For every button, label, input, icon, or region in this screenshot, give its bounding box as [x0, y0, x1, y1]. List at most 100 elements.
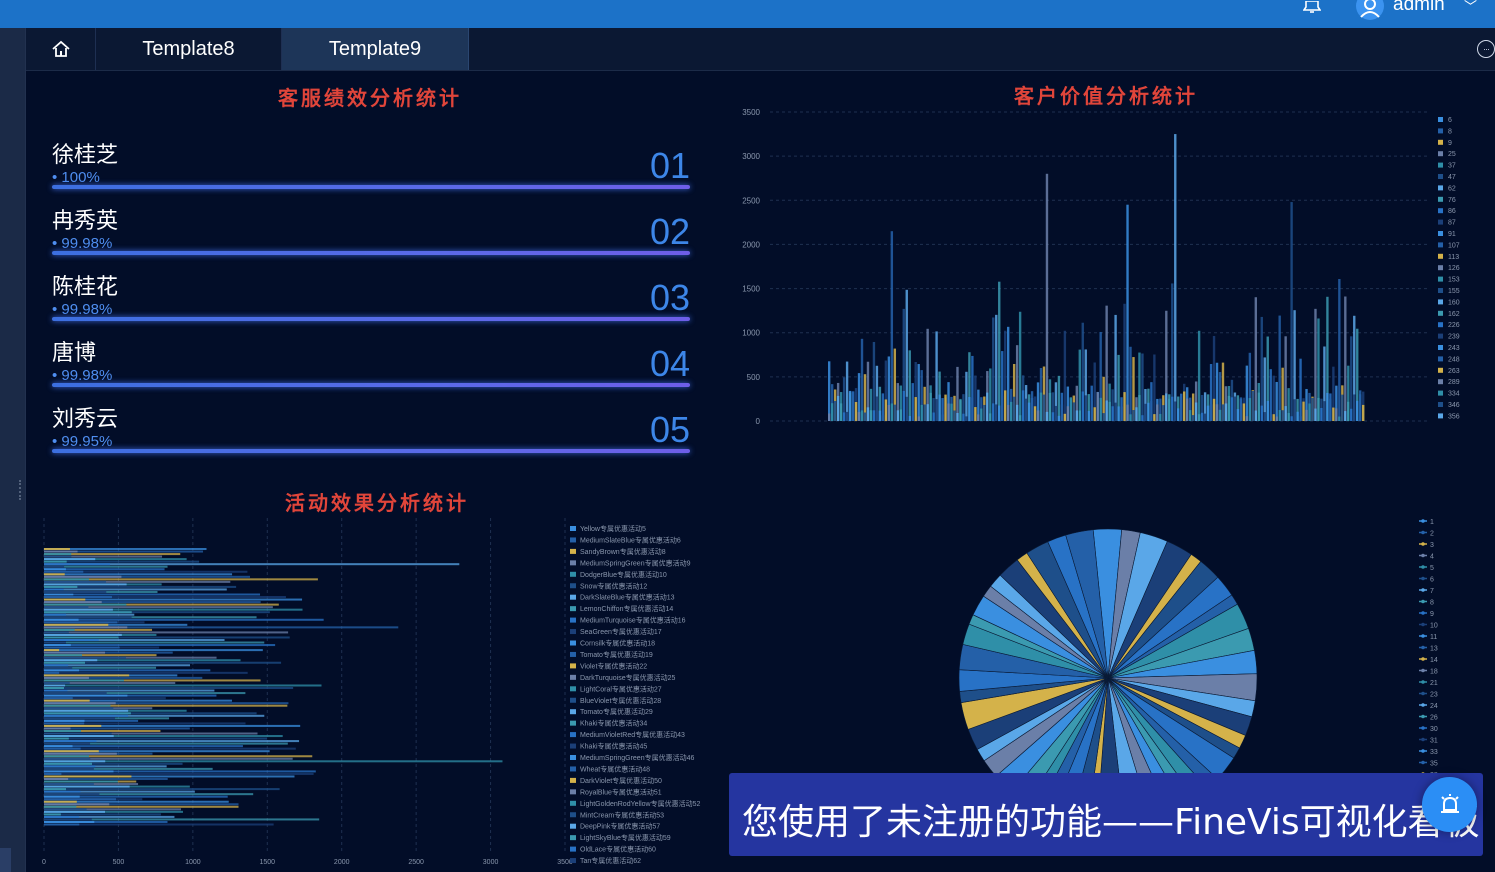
bar: [44, 747, 81, 750]
bar: [44, 563, 111, 566]
rank-bar: [52, 251, 690, 255]
legend-swatch: [1438, 356, 1443, 362]
tab-template8[interactable]: Template8: [96, 28, 282, 70]
bar: [44, 793, 100, 796]
alarm-icon[interactable]: [1422, 777, 1477, 832]
bar: [1224, 403, 1228, 421]
legend-swatch: [1438, 117, 1443, 122]
bar: [1186, 398, 1189, 421]
bar: [44, 704, 111, 707]
legend-swatch: [1438, 253, 1443, 259]
bar: [44, 626, 128, 629]
bar: [44, 671, 60, 674]
bar: [44, 694, 128, 697]
bar: [44, 820, 95, 823]
bar: [1159, 413, 1162, 421]
legend-label: 35: [1430, 761, 1438, 768]
legend-swatch: [1438, 174, 1443, 179]
bar: [1338, 416, 1341, 421]
legend-label: 162: [1448, 311, 1460, 318]
user-icon[interactable]: [1356, 0, 1384, 20]
y-tick-label: 3000: [742, 152, 760, 161]
legend-label: 9: [1430, 611, 1434, 618]
user-name[interactable]: admin: [1393, 0, 1445, 16]
bar: [1030, 391, 1034, 421]
resize-handle[interactable]: [19, 480, 22, 500]
bar: [1162, 405, 1165, 421]
bar: [44, 707, 114, 710]
legend-label: 239: [1448, 334, 1460, 341]
sidebar-toggle[interactable]: [0, 848, 11, 872]
rank-percent: • 99.98%: [52, 235, 113, 252]
tab-home[interactable]: [26, 28, 96, 70]
legend-marker: [1421, 668, 1425, 673]
legend-swatch: [570, 800, 576, 806]
bar: [1126, 404, 1129, 421]
legend-swatch: [1438, 139, 1443, 145]
bar: [44, 558, 96, 561]
bar: [1347, 401, 1350, 421]
bar: [1096, 392, 1099, 421]
legend-swatch: [570, 617, 576, 623]
rank-number: 03: [649, 277, 690, 318]
y-tick-label: 500: [747, 373, 761, 382]
legend-swatch: [570, 560, 576, 566]
legend-swatch: [1438, 402, 1443, 407]
more-icon[interactable]: ···: [1477, 40, 1495, 58]
legend-label: 37: [1448, 163, 1456, 170]
legend-label: Tomato专属优惠活动29: [580, 707, 653, 716]
bar: [44, 679, 124, 682]
legend-swatch: [1438, 196, 1443, 202]
bar: [1001, 395, 1004, 421]
bar: [1350, 408, 1353, 421]
bar: [44, 777, 69, 781]
bar: [1230, 397, 1234, 421]
legend-label: SandyBrown专属优惠活动8: [580, 547, 666, 556]
bar: [44, 724, 102, 727]
bar: [1215, 404, 1219, 421]
bar: [965, 416, 968, 421]
bar: [44, 638, 99, 642]
bar: [959, 400, 962, 421]
sidebar: [0, 28, 26, 872]
unregistered-banner: 您使用了未注册的功能——FineVis可视化看板: [729, 773, 1483, 856]
bar: [1257, 392, 1260, 421]
bar: [44, 709, 129, 712]
bar: [878, 410, 882, 421]
bar: [968, 397, 971, 421]
bar: [44, 669, 80, 672]
bar: [842, 412, 846, 421]
legend-swatch: [570, 629, 576, 635]
bar: [44, 681, 70, 684]
legend-swatch: [570, 526, 576, 531]
ranking-title: 客服绩效分析统计: [278, 86, 462, 110]
bar: [44, 702, 116, 705]
y-tick-label: 1000: [742, 329, 760, 338]
bar: [44, 573, 65, 576]
bar: [905, 396, 908, 421]
y-tick-label: 2000: [742, 240, 760, 249]
bar: [1359, 390, 1362, 421]
bar: [1314, 308, 1317, 421]
chevron-down-icon[interactable]: ﹀: [1464, 0, 1477, 15]
bar: [974, 407, 977, 421]
bar: [44, 618, 79, 621]
legend-label: MediumSpringGreen专属优惠活动46: [580, 753, 694, 762]
legend-label: MediumVioletRed专属优惠活动43: [580, 730, 685, 739]
bar: [908, 350, 911, 421]
bell-icon[interactable]: [1302, 0, 1322, 13]
bar: [1341, 394, 1344, 421]
bar: [1015, 404, 1019, 421]
bar: [1135, 407, 1138, 421]
legend-label: 8: [1430, 600, 1434, 607]
legend-marker: [1421, 737, 1425, 742]
legend-label: 5: [1430, 565, 1434, 572]
bar: [1054, 405, 1058, 421]
bar: [1269, 414, 1272, 421]
legend-label: 86: [1448, 208, 1456, 215]
tab-template9[interactable]: Template9: [282, 28, 469, 70]
bar: [44, 654, 83, 657]
legend-label: 87: [1448, 220, 1456, 227]
top-bar: admin ﹀: [0, 0, 1495, 28]
bar: [44, 742, 91, 745]
